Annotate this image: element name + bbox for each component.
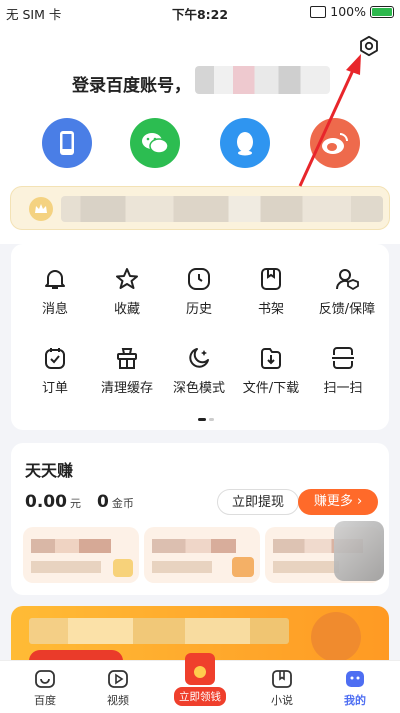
status-right: 100%	[310, 4, 394, 19]
menu-item-label: 历史	[185, 302, 212, 317]
novel-icon	[272, 670, 292, 688]
qq-login-button[interactable]	[220, 118, 270, 168]
battery-icon	[370, 5, 394, 18]
bell-icon	[45, 270, 65, 289]
tab-label: 我的	[344, 694, 366, 707]
menu-item-label: 文件/下载	[242, 381, 300, 396]
bottom-tab-bar: 百度 视频 立即领钱 小说 我的	[0, 653, 400, 713]
cash-unit: 元	[69, 497, 81, 510]
wechat-icon	[142, 133, 169, 154]
phone-login-button[interactable]	[42, 118, 92, 168]
tab-label: 立即领钱	[174, 687, 226, 706]
status-bar: 无 SIM 卡 下午8:22 100%	[0, 0, 400, 24]
menu-item-feedback[interactable]: 反馈/保障	[305, 266, 389, 317]
vip-banner[interactable]	[10, 186, 390, 230]
blurred-username	[195, 66, 330, 94]
coin-unit: 金币	[111, 497, 134, 510]
login-prompt[interactable]: 登录百度账号，	[72, 71, 191, 96]
blurred-banner-text	[29, 618, 289, 644]
wechat-login-button[interactable]	[130, 118, 180, 168]
red-envelope-icon	[185, 653, 215, 685]
daily-earn-card: 天天赚 0.00 元 0 金币 立即提现 赚更多 ›	[11, 443, 389, 595]
blurred-task-title	[152, 539, 236, 553]
crown-icon	[29, 197, 53, 221]
scan-icon	[332, 347, 354, 369]
reward-icon	[232, 557, 254, 577]
menu-item-bookshelf[interactable]: 书架	[233, 266, 309, 317]
profile-icon	[346, 671, 364, 687]
menu-item-label: 消息	[41, 302, 68, 317]
order-icon	[45, 348, 65, 369]
bookshelf-icon	[261, 268, 281, 290]
tab-novel[interactable]: 小说	[247, 669, 317, 708]
blurred-task-sub	[31, 561, 101, 573]
tab-mine[interactable]: 我的	[320, 669, 390, 708]
tab-label: 视频	[107, 694, 129, 707]
menu-item-orders[interactable]: 订单	[17, 345, 93, 396]
menu-item-label: 扫一扫	[323, 381, 363, 396]
menu-item-label: 书架	[257, 302, 284, 317]
menu-item-label: 深色模式	[172, 381, 225, 396]
menu-item-label: 清理缓存	[100, 381, 153, 396]
tab-claim-money[interactable]: 立即领钱	[174, 653, 226, 706]
feedback-icon	[335, 269, 359, 291]
cash-balance: 0.00 元	[25, 492, 81, 512]
page-indicator	[198, 418, 214, 421]
menu-item-favorites[interactable]: 收藏	[89, 266, 165, 317]
floating-widget[interactable]	[334, 521, 384, 581]
clock-icon	[188, 268, 210, 290]
clean-cache-icon	[117, 348, 137, 369]
menu-item-label: 收藏	[113, 302, 140, 317]
menu-item-messages[interactable]: 消息	[17, 266, 93, 317]
tab-label: 百度	[34, 694, 56, 707]
tab-label: 小说	[271, 694, 293, 707]
task-card[interactable]	[23, 527, 139, 583]
weibo-login-button[interactable]	[310, 118, 360, 168]
menu-item-label: 反馈/保障	[318, 302, 376, 317]
cash-value: 0.00	[25, 492, 67, 512]
star-icon	[116, 268, 138, 289]
menu-item-scan[interactable]: 扫一扫	[305, 345, 381, 396]
withdraw-button[interactable]: 立即提现	[217, 489, 299, 515]
battery-percent: 100%	[330, 4, 366, 19]
blurred-task-sub	[273, 561, 339, 573]
earn-more-button[interactable]: 赚更多 ›	[298, 489, 378, 515]
tab-baidu[interactable]: 百度	[10, 669, 80, 708]
blurred-task-sub	[152, 561, 212, 573]
function-grid: 消息 收藏 历史 书架 反馈/保障 订单 清理缓存 深色模式 文件/下载 扫一扫	[11, 244, 389, 430]
menu-item-dark-mode[interactable]: 深色模式	[161, 345, 237, 396]
task-card[interactable]	[144, 527, 260, 583]
mascot-icon	[311, 612, 361, 662]
menu-item-clean-cache[interactable]: 清理缓存	[89, 345, 165, 396]
settings-gear-icon[interactable]	[358, 35, 380, 57]
qq-icon	[237, 132, 253, 156]
blurred-vip-text	[61, 196, 383, 222]
menu-item-downloads[interactable]: 文件/下载	[233, 345, 309, 396]
tab-video[interactable]: 视频	[83, 669, 153, 708]
download-icon	[261, 348, 281, 369]
coin-value: 0	[97, 492, 109, 512]
weibo-icon	[322, 133, 348, 154]
screen-mirror-icon	[310, 5, 327, 18]
checkin-icon	[113, 559, 133, 577]
phone-icon	[60, 131, 74, 155]
blurred-task-title	[31, 539, 111, 553]
video-icon	[108, 670, 128, 688]
baidu-home-icon	[35, 670, 55, 688]
earn-title: 天天赚	[25, 461, 74, 480]
dark-mode-icon	[189, 348, 209, 368]
menu-item-label: 订单	[41, 381, 68, 396]
menu-item-history[interactable]: 历史	[161, 266, 237, 317]
coin-balance: 0 金币	[97, 492, 134, 512]
